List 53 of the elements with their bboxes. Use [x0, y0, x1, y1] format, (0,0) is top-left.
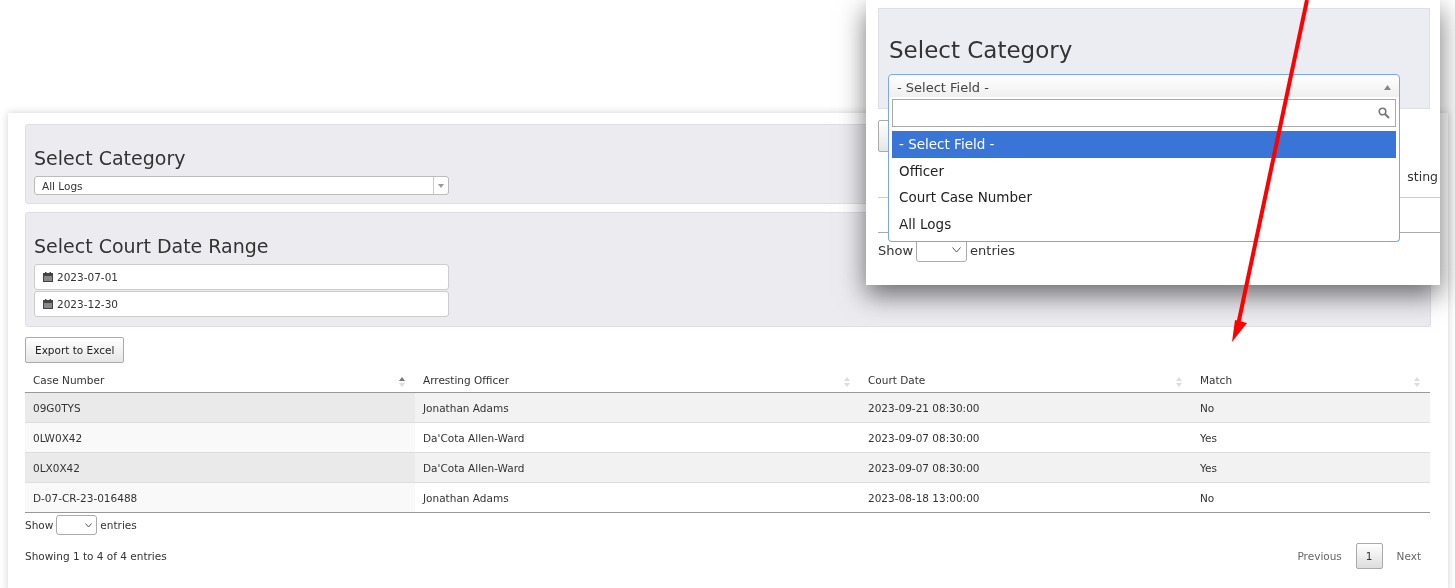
page-button[interactable]: 1 [1355, 543, 1383, 569]
table-cell: Yes [1192, 422, 1430, 453]
calendar-icon [43, 272, 53, 282]
table-cell: 2023-09-07 08:30:00 [860, 452, 1192, 483]
table-cell: D-07-CR-23-016488 [25, 482, 415, 513]
calendar-icon [43, 299, 53, 309]
chevron-icon [952, 247, 962, 253]
table-cell: 0LW0X42 [25, 422, 415, 453]
table-cell: 2023-09-07 08:30:00 [860, 422, 1192, 453]
column-header[interactable]: Court Date [860, 368, 1192, 393]
chevron-icon [85, 522, 93, 528]
column-header[interactable]: Arresting Officer [415, 368, 860, 393]
sort-icon [399, 377, 405, 387]
show-label: Show [878, 242, 914, 258]
panel-title: Select Court Date Range [34, 235, 269, 257]
caret-icon [1384, 84, 1391, 90]
table-cell: 09G0TYS [25, 392, 415, 423]
table-cell: Da'Cota Allen-Ward [415, 422, 860, 453]
sort-icon [844, 377, 850, 387]
column-header[interactable]: Case Number [25, 368, 415, 393]
dropdown-option[interactable]: Officer [892, 157, 1396, 184]
table-info: Showing 1 to 4 of 4 entries [25, 550, 167, 562]
search-icon [1378, 107, 1390, 119]
panel-title: Select Category [34, 147, 186, 169]
entries-select[interactable] [56, 515, 98, 535]
category-select[interactable]: - Select Field - [888, 74, 1400, 100]
dropdown-option[interactable]: Court Case Number [892, 184, 1396, 211]
export-button[interactable]: Export to Excel [25, 337, 125, 363]
table-cell: Da'Cota Allen-Ward [415, 452, 860, 483]
entries-label: entries [970, 242, 1016, 258]
table-cell: 2023-08-18 13:00:00 [860, 482, 1192, 513]
table-cell: 2023-09-21 08:30:00 [860, 392, 1192, 423]
panel-title: Select Category [889, 37, 1073, 63]
table-cell: Jonathan Adams [415, 392, 860, 423]
date-field[interactable]: 2023-07-01 [34, 264, 449, 290]
date-field[interactable]: 2023-12-30 [34, 291, 449, 317]
table-cell: Yes [1192, 452, 1430, 483]
dropdown-option[interactable]: All Logs [892, 210, 1396, 237]
dropdown-option[interactable]: - Select Field - [892, 131, 1396, 158]
table-cell: Jonathan Adams [415, 482, 860, 513]
page-button[interactable]: Next [1386, 543, 1431, 569]
category-select[interactable]: All Logs [34, 176, 449, 195]
column-header: sting [1407, 169, 1438, 184]
entries-label: entries [100, 519, 137, 531]
show-label: Show [25, 519, 54, 531]
table-cell: No [1192, 392, 1430, 423]
table-cell: 0LX0X42 [25, 452, 415, 483]
table-cell: No [1192, 482, 1430, 513]
search-field[interactable] [892, 99, 1396, 127]
page-button[interactable]: Previous [1287, 543, 1352, 569]
column-header[interactable]: Match [1192, 368, 1430, 393]
sort-icon [1176, 377, 1182, 387]
sort-icon [1414, 377, 1420, 387]
